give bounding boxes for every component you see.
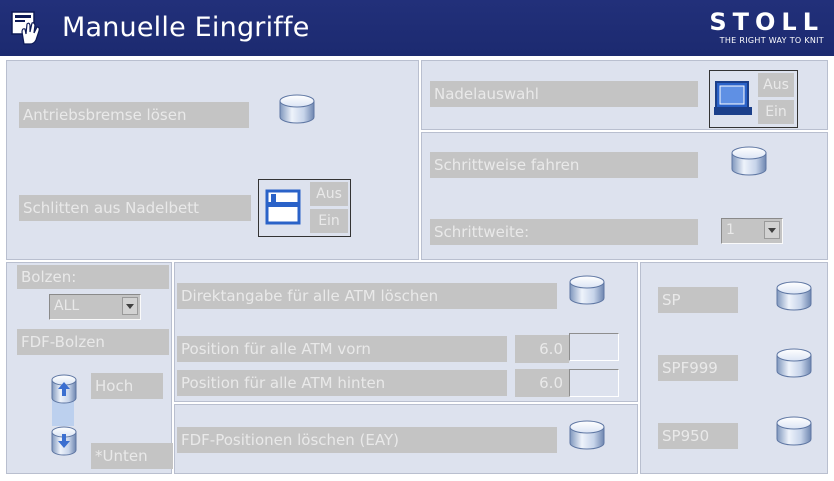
bolts-up-label: Hoch bbox=[91, 373, 163, 399]
sp950-label: SP950 bbox=[658, 423, 738, 449]
step-drive-button[interactable] bbox=[729, 145, 769, 177]
step-width-value: 1 bbox=[726, 222, 735, 238]
title-bar: Manuelle Eingriffe STOLL THE RIGHT WAY T… bbox=[0, 0, 834, 56]
chevron-down-icon bbox=[126, 304, 134, 309]
needle-on-option[interactable]: Ein bbox=[758, 100, 794, 124]
atm-front-label: Position für alle ATM vorn bbox=[177, 336, 507, 362]
needle-selection-toggle[interactable]: Aus Ein bbox=[709, 70, 798, 128]
bolts-down-button[interactable] bbox=[49, 424, 79, 458]
manual-hand-icon bbox=[11, 11, 40, 45]
fdf-positions-panel: FDF-Positionen löschen (EAY) bbox=[174, 404, 638, 474]
brand-name: STOLL bbox=[709, 8, 824, 36]
spf999-button[interactable] bbox=[774, 347, 814, 379]
needle-off-option[interactable]: Aus bbox=[758, 73, 794, 97]
page-title: Manuelle Eingriffe bbox=[62, 12, 310, 43]
step-width-dropdown-button[interactable] bbox=[764, 221, 780, 239]
atm-front-value: 6.0 bbox=[515, 335, 569, 363]
atm-rear-value: 6.0 bbox=[515, 369, 569, 397]
atm-clear-button[interactable] bbox=[567, 274, 607, 306]
bolts-dropdown-button[interactable] bbox=[122, 297, 138, 315]
bolts-label: Bolzen: bbox=[17, 265, 169, 289]
brand-slogan: THE RIGHT WAY TO KNIT bbox=[719, 36, 824, 45]
atm-panel: Direktangabe für alle ATM löschen Positi… bbox=[174, 262, 638, 402]
chevron-down-icon bbox=[768, 228, 776, 233]
sp-panel: SP SPF999 SP950 bbox=[640, 262, 828, 474]
step-drive-label: Schrittweise fahren bbox=[430, 152, 698, 178]
step-mode-panel: Schrittweise fahren Schrittweite: 1 bbox=[421, 132, 828, 260]
toggle-off-icon bbox=[714, 81, 752, 115]
bolts-select[interactable]: ALL bbox=[49, 294, 141, 320]
step-width-label: Schrittweite: bbox=[430, 219, 698, 245]
needle-selection-label: Nadelauswahl bbox=[430, 81, 698, 107]
carriage-on-option[interactable]: Ein bbox=[310, 209, 348, 233]
toggle-off-icon bbox=[265, 189, 301, 225]
sp-label: SP bbox=[658, 287, 738, 313]
brake-release-button[interactable] bbox=[277, 93, 317, 125]
needle-selection-panel: Nadelauswahl Aus Ein bbox=[421, 60, 828, 130]
brake-release-label: Antriebsbremse lösen bbox=[19, 102, 249, 128]
carriage-panel: Antriebsbremse lösen Schlitten aus Nadel… bbox=[6, 60, 419, 260]
atm-rear-label: Position für alle ATM hinten bbox=[177, 370, 507, 396]
fdf-positions-clear-label: FDF-Positionen löschen (EAY) bbox=[177, 427, 557, 453]
atm-front-input[interactable] bbox=[569, 333, 619, 361]
atm-clear-label: Direktangabe für alle ATM löschen bbox=[177, 283, 557, 309]
bolts-select-value: ALL bbox=[54, 298, 80, 314]
sp-button[interactable] bbox=[774, 280, 814, 312]
spf999-label: SPF999 bbox=[658, 355, 738, 381]
sp950-button[interactable] bbox=[774, 415, 814, 447]
atm-rear-input[interactable] bbox=[569, 369, 619, 397]
bolts-down-label: *Unten bbox=[91, 443, 173, 469]
carriage-out-label: Schlitten aus Nadelbett bbox=[19, 195, 251, 221]
bolts-up-button[interactable] bbox=[49, 372, 79, 406]
step-width-select[interactable]: 1 bbox=[721, 218, 783, 244]
brand-logo: STOLL THE RIGHT WAY TO KNIT bbox=[709, 8, 824, 46]
bolts-panel: Bolzen: ALL FDF-Bolzen Hoch *Unten bbox=[6, 262, 173, 474]
fdf-bolts-label: FDF-Bolzen bbox=[17, 329, 169, 355]
fdf-positions-clear-button[interactable] bbox=[567, 419, 607, 451]
carriage-toggle[interactable]: Aus Ein bbox=[258, 179, 351, 237]
carriage-off-option[interactable]: Aus bbox=[310, 182, 348, 206]
